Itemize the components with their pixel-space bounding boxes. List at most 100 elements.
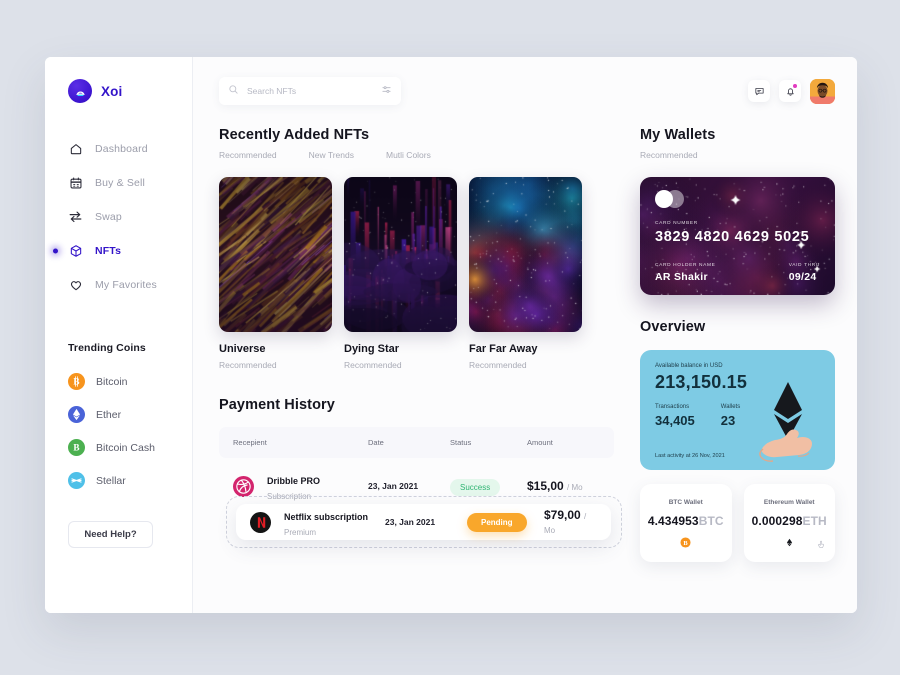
payment-history-title: Payment History <box>219 397 335 413</box>
filter-sliders-icon[interactable] <box>381 82 392 100</box>
card-valid-date: 09/24 <box>788 271 817 283</box>
bitcoin-icon: B <box>68 373 85 390</box>
home-icon <box>68 141 83 156</box>
nft-title: Dying Star <box>344 343 400 355</box>
mini-wallet-label: Ethereum Wallet <box>763 499 815 506</box>
main-content: Recently Added NFTs Recommended New Tren… <box>193 57 857 613</box>
nft-artwork-dying-star[interactable] <box>344 177 457 332</box>
mini-wallet-btc[interactable]: BTC Wallet 4.434953BTC B <box>640 484 732 562</box>
calendar-icon <box>68 175 83 190</box>
nft-title: Universe <box>219 343 266 355</box>
card-valid-label: VAID THRU <box>788 263 820 268</box>
row-name: Netflix subscription <box>284 512 369 522</box>
sidebar-item-label: Buy & Sell <box>95 176 145 189</box>
column-header-recipient: Recepient <box>233 438 267 447</box>
overview-card: Available balance in USD 213,150.15 Tran… <box>640 350 835 470</box>
tab-multi-colors[interactable]: Mutli Colors <box>386 150 431 160</box>
nft-artwork-universe[interactable] <box>219 177 332 332</box>
wallets-subtitle: Recommended <box>640 150 698 160</box>
nft-tag: Recommended <box>344 360 402 370</box>
coin-label: Ether <box>96 408 122 421</box>
sidebar: Xoi Dashboard Buy & Sell Swap NFTs My Fa… <box>45 57 193 613</box>
dribbble-icon <box>233 475 254 497</box>
sidebar-item-nfts[interactable]: NFTs <box>45 234 192 267</box>
brand[interactable]: Xoi <box>45 79 192 103</box>
sidebar-item-dashboard[interactable]: Dashboard <box>45 132 192 165</box>
notifications-bell-icon[interactable] <box>779 80 801 102</box>
row-name: Dribble PRO <box>267 476 321 486</box>
tab-recommended[interactable]: Recommended <box>219 150 277 160</box>
stellar-icon <box>68 472 85 489</box>
row-amount: $79,00 / Mo <box>544 508 597 536</box>
wallets-label: Wallets <box>720 404 741 410</box>
wallet-card-content: CARD NUMBER 3829 4820 4629 5025 CARD HOL… <box>640 177 835 295</box>
row-amount: $15,00 / Mo <box>527 479 600 493</box>
xoi-logo-icon <box>68 79 92 103</box>
column-header-status: Status <box>450 438 472 447</box>
sidebar-item-buy-sell[interactable]: Buy & Sell <box>45 166 192 199</box>
hand-holding-ethereum-icon <box>745 370 831 470</box>
nft-card[interactable]: Universe Recommended <box>219 177 332 370</box>
left-column: Recently Added NFTs Recommended New Tren… <box>219 127 622 562</box>
mini-wallet-label: BTC Wallet <box>668 499 703 506</box>
swap-arrows-icon <box>68 209 83 224</box>
coin-label: Bitcoin <box>96 375 128 388</box>
mini-wallet-eth[interactable]: Ethereum Wallet 0.000298ETH <box>743 484 835 562</box>
messages-icon[interactable] <box>748 80 770 102</box>
nft-card-list: Universe Recommended Dying Star Recommen… <box>219 177 614 370</box>
balance-label: Available balance in USD <box>655 363 723 369</box>
trending-coins-title: Trending Coins <box>68 342 146 354</box>
search-icon <box>228 82 239 100</box>
nft-tag: Recommended <box>469 360 527 370</box>
coin-item-stellar[interactable]: Stellar <box>45 464 192 497</box>
coin-label: Stellar <box>96 474 126 487</box>
notification-badge <box>792 84 797 88</box>
coin-item-bitcoin-cash[interactable]: B Bitcoin Cash <box>45 431 192 464</box>
wallets-section-title: My Wallets <box>640 127 716 143</box>
ethereum-icon <box>785 535 794 553</box>
card-number: 3829 4820 4629 5025 <box>655 229 810 245</box>
transactions-value: 34,405 <box>655 413 695 428</box>
nft-artwork-far-far-away[interactable] <box>469 177 582 332</box>
topbar-actions <box>748 78 835 104</box>
card-holder-label: CARD HOLDER NAME <box>655 263 716 268</box>
nfts-section-title: Recently Added NFTs <box>219 127 370 143</box>
topbar <box>219 77 835 105</box>
row-amount-period: / Mo <box>567 483 583 492</box>
ethereum-icon <box>68 406 85 423</box>
search-bar[interactable] <box>219 77 401 105</box>
user-avatar[interactable] <box>810 78 835 104</box>
row-status: Pending <box>467 512 544 532</box>
content-columns: Recently Added NFTs Recommended New Tren… <box>219 127 835 562</box>
coin-item-bitcoin[interactable]: B Bitcoin <box>45 365 192 398</box>
sidebar-item-label: Dashboard <box>95 142 148 155</box>
last-activity-text: Last activity at 26 Nov, 2021 <box>655 453 725 459</box>
search-input[interactable] <box>247 86 373 96</box>
card-footer: CARD HOLDER NAME AR Shakir VAID THRU 09/… <box>655 263 820 283</box>
active-indicator-dot <box>53 248 58 253</box>
row-amount-value: $79,00 <box>544 508 581 522</box>
stat-transactions: Transactions 34,405 <box>655 404 695 428</box>
nft-card[interactable]: Far Far Away Recommended <box>469 177 582 370</box>
card-number-label: CARD NUMBER <box>655 221 698 226</box>
column-header-date: Date <box>368 438 384 447</box>
sidebar-item-swap[interactable]: Swap <box>45 200 192 233</box>
svg-text:B: B <box>73 443 79 453</box>
wallet-credit-card[interactable]: CARD NUMBER 3829 4820 4629 5025 CARD HOL… <box>640 177 835 295</box>
payment-rows: Dribble PRO Subscription 23, Jan 2021 Su… <box>219 466 622 548</box>
nft-title: Far Far Away <box>469 343 538 355</box>
cursor-pointer-icon <box>817 537 826 555</box>
coin-item-ether[interactable]: Ether <box>45 398 192 431</box>
nft-card[interactable]: Dying Star Recommended <box>344 177 457 370</box>
need-help-button[interactable]: Need Help? <box>68 521 153 548</box>
tab-new-trends[interactable]: New Trends <box>309 150 354 160</box>
right-column: My Wallets Recommended CARD NUMBER 3829 … <box>640 127 835 562</box>
row-plan: Premium <box>284 528 317 537</box>
netflix-icon <box>250 511 271 533</box>
sidebar-item-my-favorites[interactable]: My Favorites <box>45 268 192 301</box>
card-chips <box>655 190 820 208</box>
stat-wallets: Wallets 23 <box>721 404 740 428</box>
row-date: 23, Jan 2021 <box>368 481 419 491</box>
heart-icon <box>68 277 83 292</box>
table-row[interactable]: Netflix subscription Premium 23, Jan 202… <box>236 504 611 540</box>
